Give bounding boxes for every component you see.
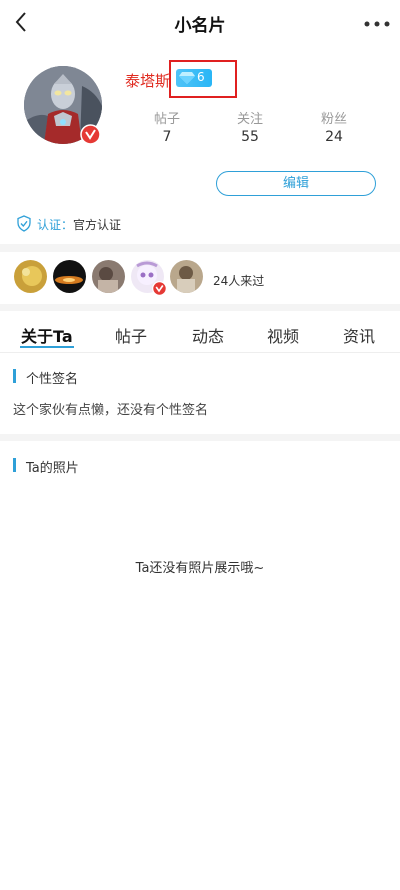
visitor-avatar[interactable] <box>92 260 125 293</box>
username: 泰塔斯 <box>125 72 171 90</box>
visitor-avatar[interactable] <box>53 260 86 293</box>
visitor-avatar[interactable] <box>14 260 47 293</box>
tab-videos[interactable]: 视频 <box>267 323 299 347</box>
verified-badge-icon <box>80 124 101 145</box>
highlight-box <box>169 60 237 98</box>
section-divider <box>0 304 400 311</box>
tab-news[interactable]: 资讯 <box>343 323 375 347</box>
tab-divider <box>0 352 400 353</box>
signature-title: 个性签名 <box>26 372 79 387</box>
stat-value-fans[interactable]: 24 <box>304 129 364 145</box>
section-accent-bar <box>13 369 16 383</box>
cert-value: 官方认证 <box>73 218 122 232</box>
more-button[interactable] <box>362 8 392 36</box>
section-divider <box>0 434 400 441</box>
edit-button[interactable]: 编辑 <box>216 171 376 196</box>
tab-posts[interactable]: 帖子 <box>115 323 147 347</box>
section-accent-bar <box>13 458 16 472</box>
stat-value-posts[interactable]: 7 <box>137 129 197 145</box>
section-divider <box>0 244 400 252</box>
verified-badge-icon <box>152 281 167 296</box>
tab-about[interactable]: 关于Ta <box>21 323 73 347</box>
stat-label-following: 关注 <box>236 112 263 127</box>
stat-label-fans: 粉丝 <box>320 112 347 127</box>
more-dots-icon <box>364 21 390 27</box>
visitors-count[interactable]: 24人来过 <box>213 272 264 289</box>
photos-title: Ta的照片 <box>26 461 79 476</box>
page-title: 小名片 <box>174 16 226 36</box>
tab-active-indicator <box>20 346 74 348</box>
signature-text: 这个家伙有点懒，还没有个性签名 <box>13 403 209 418</box>
visitor-avatar[interactable] <box>170 260 203 293</box>
top-navbar: 小名片 <box>0 0 400 44</box>
cert-label: 认证： <box>37 218 74 232</box>
photos-empty-message: Ta还没有照片展示哦~ <box>135 561 265 576</box>
shield-check-icon <box>17 215 31 232</box>
stat-value-following[interactable]: 55 <box>220 129 280 145</box>
tab-updates[interactable]: 动态 <box>192 323 224 347</box>
stat-label-posts: 帖子 <box>153 112 180 127</box>
